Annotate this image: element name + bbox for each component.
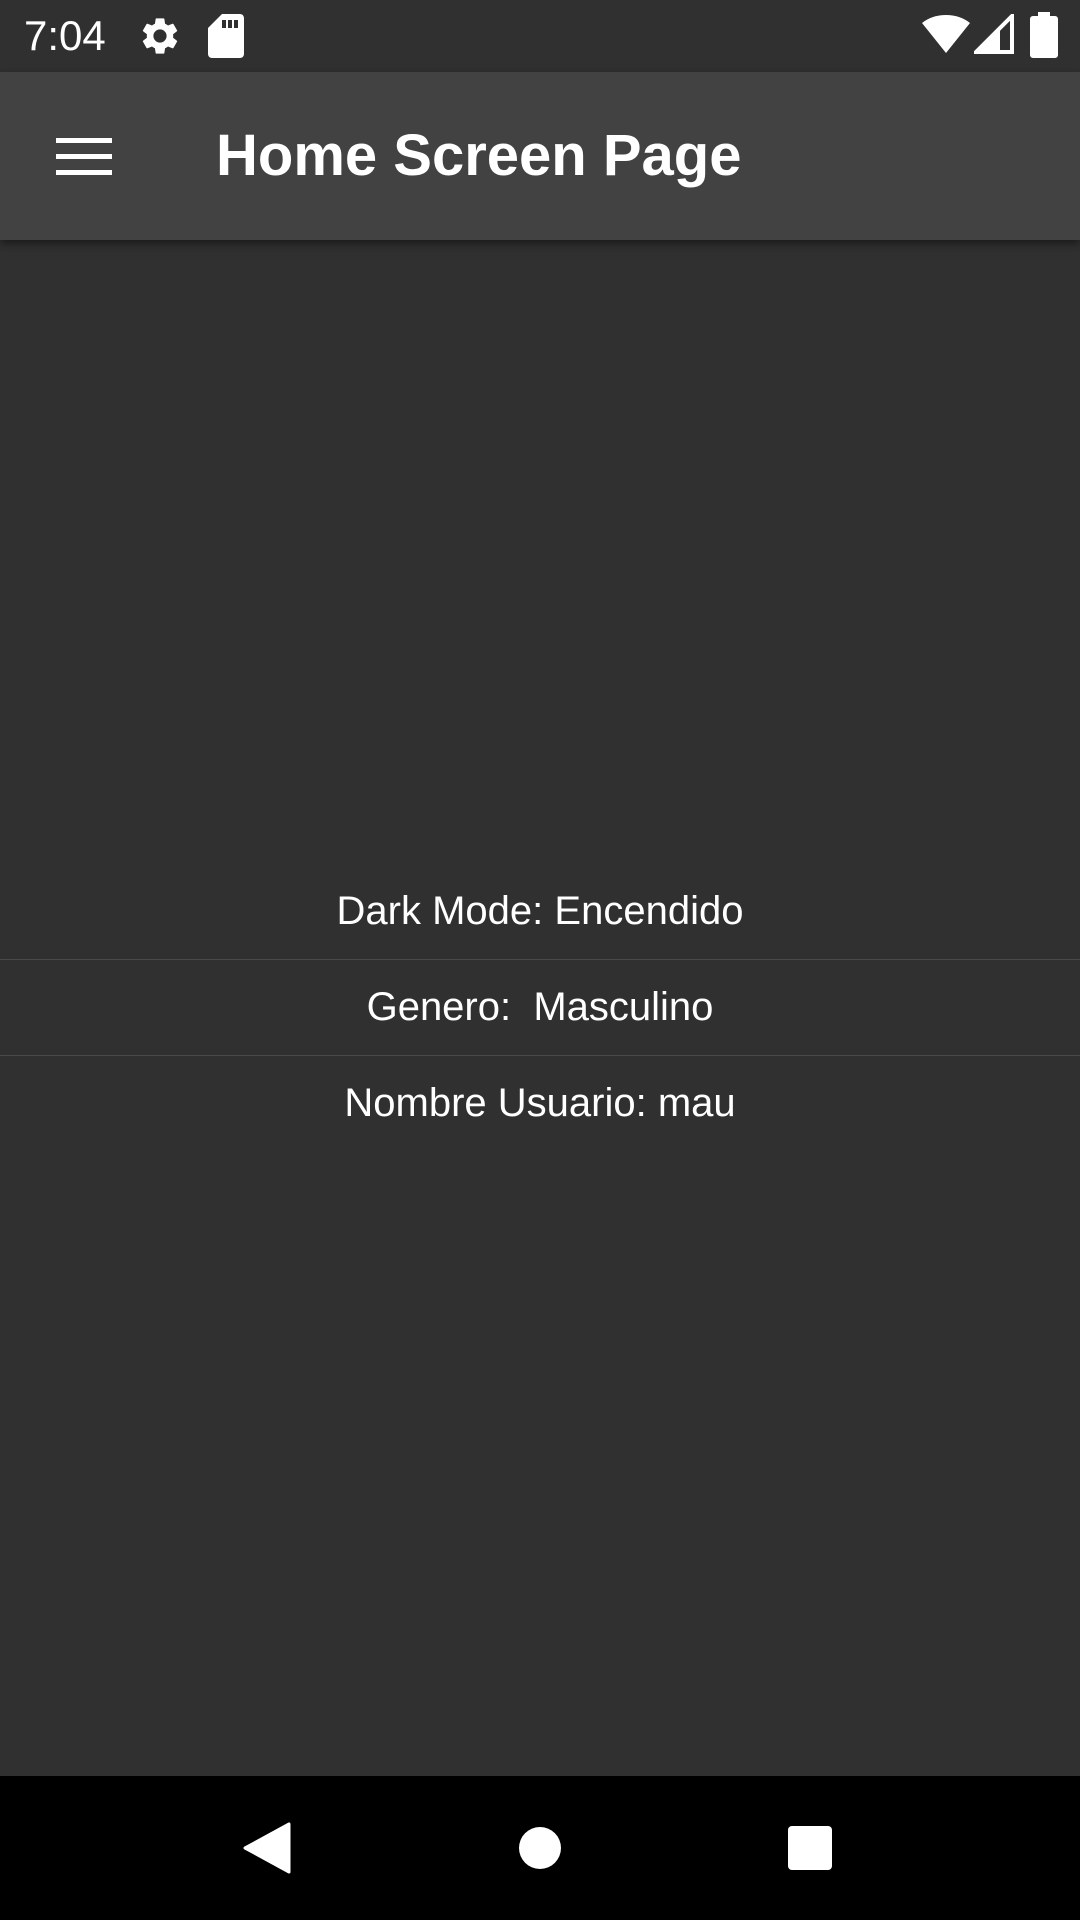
page-title: Home Screen Page: [216, 123, 742, 188]
info-list: Dark Mode: Encendido Genero: Masculino N…: [0, 864, 1080, 1151]
recents-button[interactable]: [762, 1800, 858, 1896]
back-button[interactable]: [219, 1800, 315, 1896]
navigation-bar: [0, 1776, 1080, 1920]
status-time: 7:04: [24, 12, 106, 59]
status-bar: 7:04: [0, 0, 1080, 72]
cell-signal-icon: [974, 14, 1014, 54]
screen: 7:04 Home Screen Page Dark Mode: Encendi…: [0, 0, 1080, 1920]
recents-icon: [788, 1826, 832, 1870]
hamburger-menu-icon: [56, 138, 112, 175]
app-bar: Home Screen Page: [0, 72, 1080, 240]
settings-icon: [142, 18, 178, 54]
home-button[interactable]: [492, 1800, 588, 1896]
back-icon: [243, 1822, 291, 1874]
main-content: Dark Mode: Encendido Genero: Masculino N…: [0, 240, 1080, 1776]
dark-mode-text: Dark Mode: Encendido: [336, 889, 744, 933]
wifi-icon: [922, 15, 970, 53]
nombre-usuario-text: Nombre Usuario: mau: [344, 1081, 736, 1125]
menu-button[interactable]: [28, 100, 140, 212]
home-icon: [519, 1827, 561, 1869]
battery-icon: [1030, 12, 1058, 58]
genero-text: Genero: Masculino: [366, 985, 714, 1029]
sd-card-icon: [208, 14, 244, 58]
